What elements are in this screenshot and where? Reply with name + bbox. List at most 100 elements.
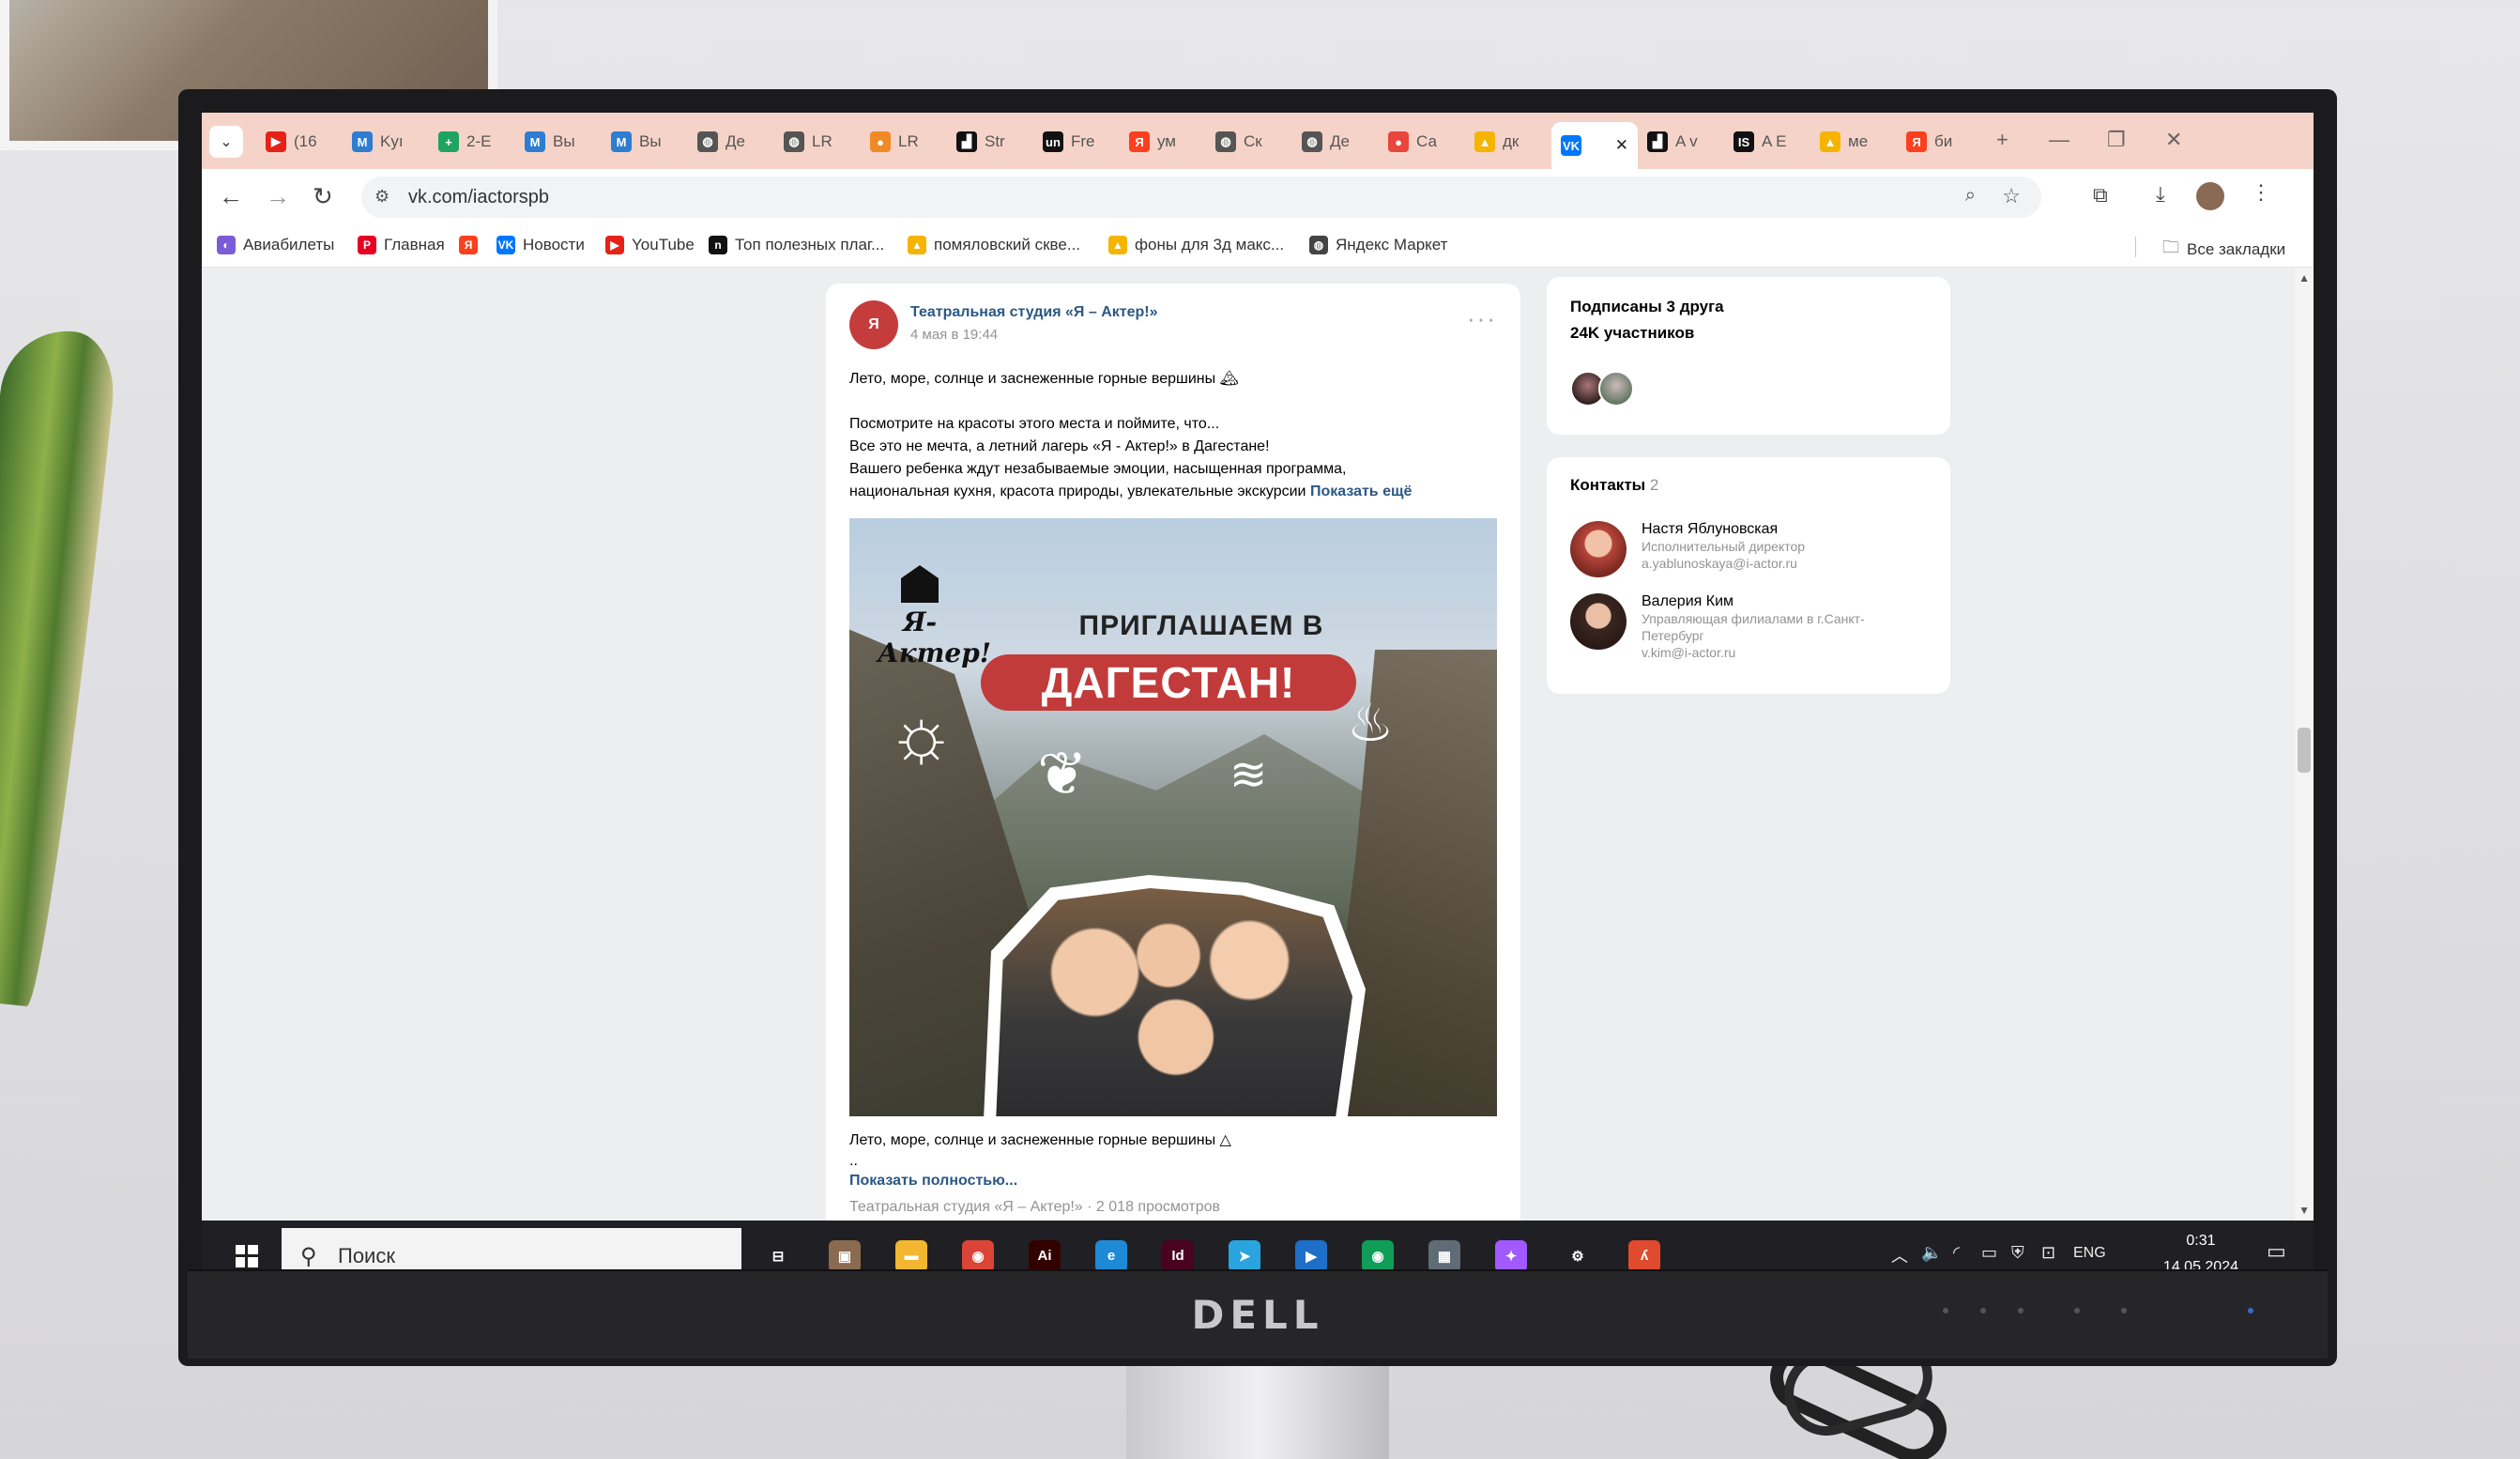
monitor-button[interactable]	[1943, 1308, 1948, 1313]
monitor-button[interactable]	[1980, 1308, 1986, 1313]
yandex-icon: Я	[1906, 131, 1927, 152]
forward-icon[interactable]: →	[266, 182, 290, 211]
wifi-icon[interactable]: ◜	[1953, 1243, 1960, 1263]
download-icon[interactable]: ⤓	[2156, 182, 2165, 207]
chevron-down-icon: ⌄	[220, 134, 233, 150]
contact-email[interactable]: a.yablunoskaya@i-actor.ru	[1642, 555, 1805, 572]
vk-icon: VK	[1561, 135, 1581, 156]
power-button[interactable]	[2248, 1308, 2253, 1313]
notifications-icon[interactable]: ▭	[2267, 1239, 2286, 1264]
friends-subscribed[interactable]: Подписаны 3 друга	[1570, 298, 1724, 316]
post-image[interactable]: Я-Актер! ПРИГЛАШАЕМ В ДАГЕСТАН! ☼ ❦ ≋ ♨	[849, 518, 1497, 1116]
all-bookmarks-button[interactable]: 🗀 Все закладки	[2162, 236, 2285, 264]
tab-label: ме	[1848, 132, 1869, 150]
browser-tab[interactable]: ● Са	[1379, 124, 1465, 160]
contact-email[interactable]: v.kim@i-actor.ru	[1642, 644, 1904, 661]
browser-tab[interactable]: ◍ Де	[688, 124, 774, 160]
scroll-up-icon[interactable]: ▲	[2299, 271, 2310, 284]
browser-tab[interactable]: ◍ Де	[1292, 124, 1379, 160]
community-avatar[interactable]: Я	[849, 300, 898, 349]
reload-icon[interactable]: ↻	[313, 182, 333, 211]
close-window-icon[interactable]: ✕	[2165, 128, 2182, 152]
monitor-stand	[1126, 1357, 1389, 1459]
post-date[interactable]: 4 мая в 19:44	[910, 327, 998, 343]
leaf-icon: ❦	[1037, 740, 1088, 807]
site-settings-icon[interactable]: ⚙	[374, 187, 389, 207]
browser-tab[interactable]: ◍ Ск	[1206, 124, 1292, 160]
post-more-icon[interactable]: ···	[1467, 304, 1497, 333]
volume-icon[interactable]: 🔈	[1921, 1243, 1942, 1263]
browser-tab[interactable]: IS A E	[1724, 124, 1810, 160]
show-more-link[interactable]: Показать ещё	[1310, 484, 1412, 499]
contact-name[interactable]: Валерия Ким	[1642, 593, 1904, 610]
children-photo-inner	[995, 888, 1352, 1116]
bookmark-item[interactable]: Я	[459, 236, 485, 254]
bookmark-item[interactable]: ◐ Авиабилеты	[217, 236, 334, 254]
chevron-up-icon[interactable]: ︿	[1891, 1243, 1908, 1267]
browser-tab[interactable]: Яби	[1897, 124, 1983, 160]
browser-tab[interactable]: M Kyı	[343, 124, 429, 160]
browser-tab[interactable]: ▲ ме	[1810, 124, 1897, 160]
bookmark-item[interactable]: ▲ фоны для 3д макс...	[1108, 236, 1284, 254]
shield-icon[interactable]: ⛨	[2011, 1243, 2024, 1263]
monitor-button[interactable]	[2018, 1308, 2024, 1313]
scroll-thumb[interactable]	[2298, 728, 2311, 773]
bookmark-item[interactable]: ▲ помяловский скве...	[908, 236, 1080, 254]
post-author[interactable]: Театральная студия «Я – Актер!»	[910, 304, 1158, 321]
browser-tab[interactable]: M Вы	[602, 124, 688, 160]
contact-item[interactable]: Валерия Ким Управляющая филиалами в г.Са…	[1570, 593, 1904, 661]
browser-tab[interactable]: un Fre	[1033, 124, 1120, 160]
contact-name[interactable]: Настя Яблуновская	[1642, 521, 1805, 538]
browser-tab[interactable]: +2-E	[429, 124, 515, 160]
new-tab-icon[interactable]: +	[1996, 128, 2008, 152]
bookmark-item[interactable]: ▶ YouTube	[605, 236, 695, 254]
invite-headline: ПРИГЛАШАЕМ В	[1078, 610, 1324, 641]
close-tab-icon[interactable]: ✕	[1615, 136, 1628, 155]
bookmark-item[interactable]: ◍ Яндекс Маркет	[1309, 236, 1447, 254]
members-count[interactable]: 24K участников	[1570, 324, 1694, 343]
zoom-icon[interactable]: ⌕	[1965, 185, 1976, 207]
yandex-icon: Я	[1129, 131, 1150, 152]
browser-tab[interactable]: ▟ A v	[1638, 124, 1724, 160]
contact-avatar[interactable]	[1570, 521, 1627, 577]
maps-pin-icon: ●	[1388, 131, 1409, 152]
monitor-button[interactable]	[2121, 1308, 2127, 1313]
menu-dots-icon[interactable]: ⋮	[2251, 180, 2271, 205]
address-bar[interactable]: ⚙ vk.com/iactorspb ⌕ ☆	[361, 177, 2041, 218]
tab-search-button[interactable]: ⌄	[209, 126, 243, 158]
profile-avatar[interactable]	[2196, 182, 2224, 210]
browser-tab[interactable]: M Вы	[515, 124, 602, 160]
contact-item[interactable]: Настя Яблуновская Исполнительный директо…	[1570, 521, 1805, 577]
browser-tab[interactable]: ● LR	[861, 124, 947, 160]
display-icon[interactable]: ⊡	[2041, 1243, 2055, 1263]
back-icon[interactable]: ←	[219, 182, 243, 211]
browser-tab[interactable]: ▲ дк	[1465, 124, 1551, 160]
browser-tab[interactable]: ◍ LR	[774, 124, 861, 160]
minimize-icon[interactable]: —	[2049, 128, 2069, 152]
monitor-button[interactable]	[2074, 1308, 2080, 1313]
telegram-icon: ➤	[1229, 1239, 1260, 1272]
image-caption: Лето, море, солнце и заснеженные горные …	[849, 1132, 1231, 1148]
tab-label: ум	[1157, 132, 1176, 150]
page-scrollbar[interactable]: ▲ ▼	[2295, 268, 2314, 1221]
bookmark-item[interactable]: VK Новости	[496, 236, 585, 254]
extensions-icon[interactable]: ⧉	[2093, 183, 2108, 207]
battery-icon[interactable]: ▭	[1981, 1243, 1997, 1263]
scroll-down-icon[interactable]: ▼	[2299, 1204, 2310, 1217]
post-line-last: национальная кухня, красота природы, увл…	[849, 481, 1497, 503]
bookmark-item[interactable]: P Главная	[358, 236, 445, 254]
restore-icon[interactable]: ❐	[2107, 128, 2126, 152]
browser-tab[interactable]: ▟ Str	[947, 124, 1033, 160]
show-full-link[interactable]: Показать полностью...	[849, 1173, 1017, 1190]
bookmark-item[interactable]: n Топ полезных плаг...	[709, 236, 884, 254]
browser-tab[interactable]: VK ✕	[1551, 122, 1638, 169]
language-indicator[interactable]: ENG	[2073, 1245, 2106, 1262]
search-placeholder: Поиск	[338, 1244, 395, 1267]
friend-avatar[interactable]	[1598, 371, 1634, 407]
screen: ⌄ ▶ (16 M Kyı +2-E M Вы M Вы ◍ Де ◍ LR ● LR ▟ Str un Fre Яу…	[202, 113, 2314, 1291]
bookmark-star-icon[interactable]: ☆	[2002, 184, 2021, 208]
windows-icon	[235, 1244, 258, 1267]
browser-tab[interactable]: Яум	[1120, 124, 1206, 160]
contact-avatar[interactable]	[1570, 593, 1627, 650]
browser-tab[interactable]: ▶ (16	[256, 124, 343, 160]
